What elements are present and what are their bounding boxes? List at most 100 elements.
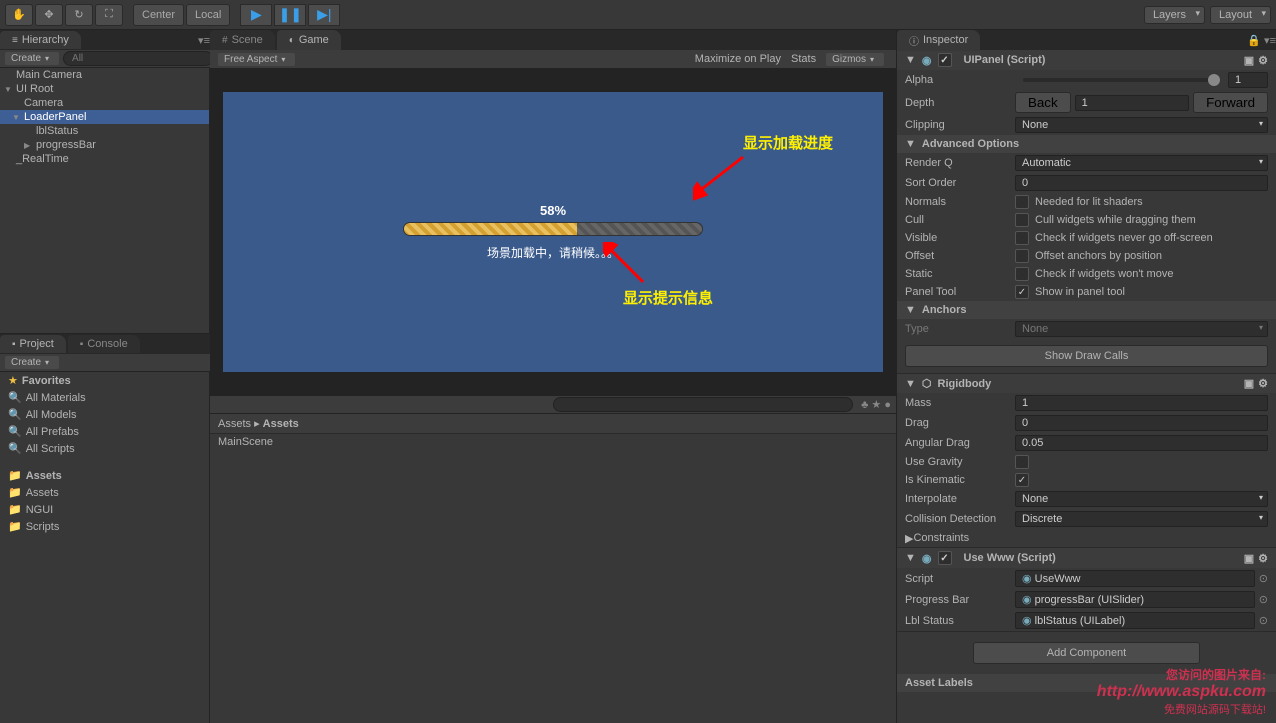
renderq-dropdown[interactable]: Automatic <box>1015 155 1268 171</box>
lblstatus-field[interactable]: ◉ lblStatus (UILabel) <box>1015 612 1255 629</box>
script-field[interactable]: ◉ UseWww <box>1015 570 1255 587</box>
paneltool-label: Panel Tool <box>905 286 1015 298</box>
rotate-tool[interactable]: ↻ <box>65 4 93 26</box>
scene-tab[interactable]: #Scene <box>210 30 275 50</box>
favorites-header[interactable]: ★Favorites <box>0 372 209 389</box>
hierarchy-create[interactable]: Create <box>5 52 59 65</box>
folder-item[interactable]: 📁NGUI <box>0 501 209 518</box>
step-button[interactable]: ▶| <box>308 4 340 26</box>
add-component-button[interactable]: Add Component <box>973 642 1200 664</box>
project-search[interactable] <box>553 397 853 412</box>
game-tab[interactable]: ◐Game <box>277 30 341 50</box>
gear-icon[interactable] <box>1258 552 1268 565</box>
hand-tool[interactable]: ✋ <box>5 4 33 26</box>
visible-checkbox[interactable] <box>1015 231 1029 245</box>
tree-item[interactable]: Main Camera <box>0 68 209 82</box>
drag-input[interactable]: 0 <box>1015 415 1268 431</box>
angular-input[interactable]: 0.05 <box>1015 435 1268 451</box>
aspect-dropdown[interactable]: Free Aspect <box>218 53 295 66</box>
layout-dropdown[interactable]: Layout <box>1210 6 1271 24</box>
rigidbody-header[interactable]: ▼⬡Rigidbody▣ <box>897 374 1276 393</box>
alpha-slider[interactable] <box>1023 78 1220 82</box>
assets-root[interactable]: 📁Assets <box>0 467 209 484</box>
project-tab[interactable]: ▪Project <box>0 335 66 353</box>
layers-dropdown[interactable]: Layers <box>1144 6 1205 24</box>
tree-item-selected[interactable]: ▼LoaderPanel <box>0 110 209 124</box>
tree-item[interactable]: Camera <box>0 96 209 110</box>
collision-dropdown[interactable]: Discrete <box>1015 511 1268 527</box>
visible-label: Visible <box>905 232 1015 244</box>
hierarchy-tab[interactable]: ≡Hierarchy <box>0 31 81 49</box>
alpha-value[interactable]: 1 <box>1228 72 1268 88</box>
stats-toggle[interactable]: Stats <box>791 53 816 65</box>
kinematic-checkbox[interactable] <box>1015 473 1029 487</box>
fav-item[interactable]: 🔍All Prefabs <box>0 423 209 440</box>
interpolate-dropdown[interactable]: None <box>1015 491 1268 507</box>
progressbar-field[interactable]: ◉ progressBar (UISlider) <box>1015 591 1255 608</box>
usewww-header[interactable]: ▼◉Use Www (Script)▣ <box>897 548 1276 568</box>
arrow-icon <box>603 242 653 292</box>
inspector-lock[interactable]: 🔒 ▾≡ <box>1247 34 1276 47</box>
tree-item[interactable]: ▶progressBar <box>0 138 209 152</box>
fav-item[interactable]: 🔍All Materials <box>0 389 209 406</box>
fav-item[interactable]: 🔍All Scripts <box>0 440 209 457</box>
pivot-center[interactable]: Center <box>133 4 184 26</box>
static-checkbox[interactable] <box>1015 267 1029 281</box>
alpha-label: Alpha <box>905 74 1015 86</box>
gear-icon[interactable] <box>1258 377 1268 390</box>
inspector-tab[interactable]: ⓘInspector <box>897 30 980 51</box>
folder-item[interactable]: 📁Scripts <box>0 518 209 535</box>
normals-checkbox[interactable] <box>1015 195 1029 209</box>
interpolate-label: Interpolate <box>905 493 1015 505</box>
pause-button[interactable]: ❚❚ <box>274 4 306 26</box>
depth-back[interactable]: Back <box>1015 92 1071 113</box>
pivot-local[interactable]: Local <box>186 4 230 26</box>
status-label: 场景加载中，请稍候。。。 <box>403 244 703 261</box>
show-drawcalls-button[interactable]: Show Draw Calls <box>905 345 1268 367</box>
hierarchy-tree: Main Camera ▼UI Root Camera ▼LoaderPanel… <box>0 68 210 333</box>
gear-icon[interactable] <box>1258 54 1268 67</box>
mass-input[interactable]: 1 <box>1015 395 1268 411</box>
normals-label: Normals <box>905 196 1015 208</box>
scale-tool[interactable]: ⛶ <box>95 4 123 26</box>
tree-item[interactable]: _RealTime <box>0 152 209 166</box>
uipanel-header[interactable]: ▼◉ UIPanel (Script) ▣ <box>897 50 1276 70</box>
maximize-toggle[interactable]: Maximize on Play <box>695 53 781 65</box>
hierarchy-options[interactable]: ▾≡ <box>198 34 210 47</box>
fav-item[interactable]: 🔍All Models <box>0 406 209 423</box>
tree-item[interactable]: lblStatus <box>0 124 209 138</box>
help-icon[interactable]: ▣ <box>1244 54 1254 67</box>
clipping-dropdown[interactable]: None <box>1015 117 1268 133</box>
offset-checkbox[interactable] <box>1015 249 1029 263</box>
folder-item[interactable]: 📁Assets <box>0 484 209 501</box>
tree-item[interactable]: ▼UI Root <box>0 82 209 96</box>
component-enabled[interactable] <box>938 53 952 67</box>
paneltool-checkbox[interactable] <box>1015 285 1029 299</box>
depth-value[interactable]: 1 <box>1075 95 1189 111</box>
hierarchy-search[interactable] <box>63 51 213 66</box>
breadcrumb[interactable]: Assets ▸ Assets <box>210 414 896 434</box>
annotation-progress: 显示加载进度 <box>743 132 833 153</box>
console-tab[interactable]: ▪Console <box>68 335 140 353</box>
gizmos-dropdown[interactable]: Gizmos <box>826 53 884 66</box>
help-icon[interactable]: ▣ <box>1244 552 1254 565</box>
anchors-header[interactable]: ▼Anchors <box>897 301 1276 319</box>
move-tool[interactable]: ✥ <box>35 4 63 26</box>
component-enabled[interactable] <box>938 551 952 565</box>
project-create[interactable]: Create <box>5 356 59 369</box>
cull-checkbox[interactable] <box>1015 213 1029 227</box>
collision-label: Collision Detection <box>905 513 1015 525</box>
asset-item[interactable]: MainScene <box>210 434 896 450</box>
help-icon[interactable]: ▣ <box>1244 377 1254 390</box>
sortorder-label: Sort Order <box>905 177 1015 189</box>
offset-hint: Offset anchors by position <box>1035 250 1162 262</box>
constraints-toggle[interactable]: ▶ Constraints <box>897 529 1276 547</box>
gravity-checkbox[interactable] <box>1015 455 1029 469</box>
depth-forward[interactable]: Forward <box>1193 92 1268 113</box>
play-button[interactable]: ▶ <box>240 4 272 26</box>
arrow-icon <box>693 152 753 202</box>
angular-label: Angular Drag <box>905 437 1015 449</box>
sortorder-input[interactable]: 0 <box>1015 175 1268 191</box>
type-dropdown[interactable]: None <box>1015 321 1268 337</box>
advanced-header[interactable]: ▼Advanced Options <box>897 135 1276 153</box>
